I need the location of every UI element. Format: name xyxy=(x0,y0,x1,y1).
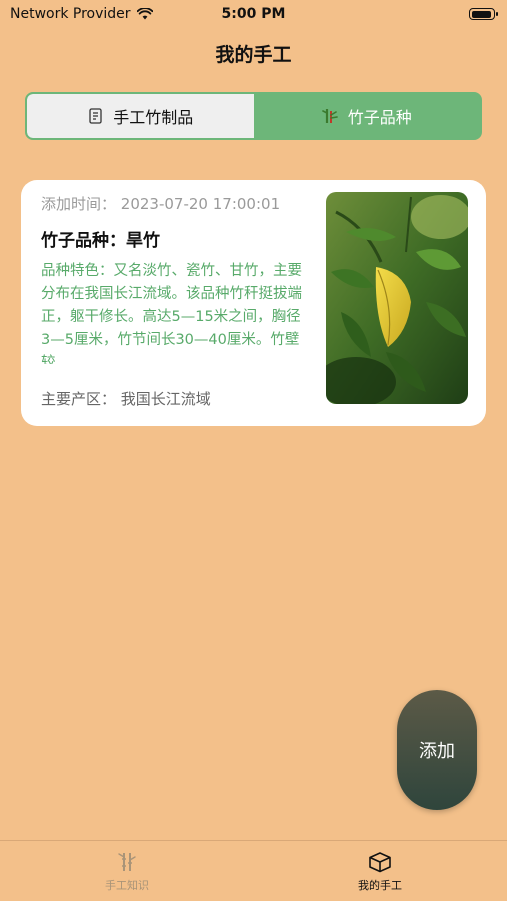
page-title: 我的手工 xyxy=(215,44,292,66)
status-time: 5:00 PM xyxy=(221,6,286,22)
region-label: 主要产区： xyxy=(41,390,117,408)
added-time: 添加时间： 2023-07-20 17:00:01 xyxy=(41,193,280,214)
battery-icon xyxy=(469,8,498,20)
main-region: 主要产区： 我国长江流域 xyxy=(41,388,211,409)
added-time-label: 添加时间： xyxy=(41,195,117,213)
segment-label: 手工竹制品 xyxy=(113,108,194,127)
region-value: 我国长江流域 xyxy=(120,390,211,408)
bamboo-icon xyxy=(118,853,136,871)
bamboo-variety-card[interactable]: 添加时间： 2023-07-20 17:00:01 竹子品种：旱竹 品种特色：又… xyxy=(21,180,486,426)
variety-name: 竹子品种：旱竹 xyxy=(41,226,160,251)
tab-bar: 手工知识 我的手工 xyxy=(0,840,507,901)
tab-label: 我的手工 xyxy=(358,879,402,892)
segment-handmade-products[interactable]: 手工竹制品 xyxy=(27,94,254,138)
box-icon xyxy=(369,852,391,873)
tab-handcraft-knowledge[interactable]: 手工知识 xyxy=(67,847,187,893)
status-bar: Network Provider 5:00 PM xyxy=(0,0,507,30)
bamboo-leaf-photo xyxy=(326,192,468,404)
variety-description: 品种特色：又名淡竹、瓷竹、甘竹，主要分布在我国长江流域。该品种竹秆挺拔端正，躯干… xyxy=(41,263,302,364)
add-button[interactable]: 添加 xyxy=(397,690,477,810)
segment-bamboo-varieties[interactable]: 竹子品种 xyxy=(253,94,480,138)
variety-photo xyxy=(326,192,468,404)
tab-my-handcraft[interactable]: 我的手工 xyxy=(320,847,440,893)
bamboo-plant-icon xyxy=(321,109,338,123)
variety-name-label: 竹子品种： xyxy=(41,231,126,251)
tab-label: 手工知识 xyxy=(105,879,149,892)
added-time-value: 2023-07-20 17:00:01 xyxy=(120,195,281,213)
bamboo-doc-icon xyxy=(89,108,102,124)
segmented-control: 手工竹制品 竹子品种 xyxy=(25,92,482,140)
variety-name-value: 旱竹 xyxy=(126,231,160,251)
segment-label: 竹子品种 xyxy=(347,108,412,127)
